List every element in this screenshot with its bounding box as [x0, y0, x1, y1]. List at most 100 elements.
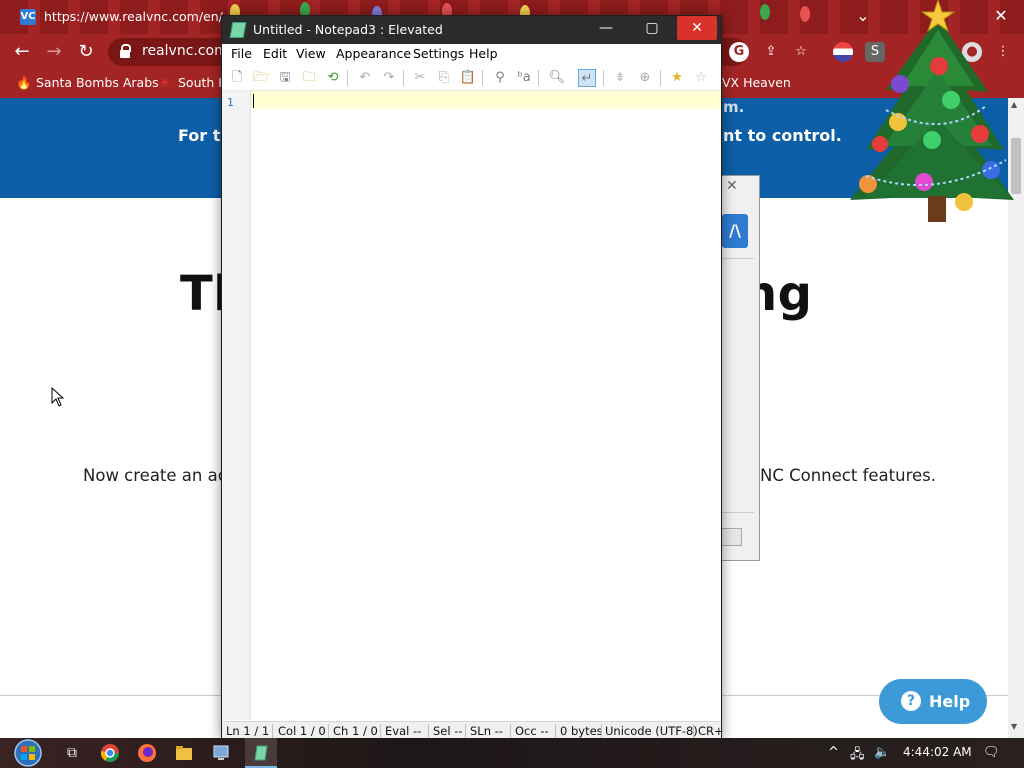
status-eol[interactable]: CR+ [698, 724, 724, 738]
word-wrap-icon[interactable]: ↵ [578, 69, 596, 87]
status-divider [428, 724, 429, 738]
status-bar: Ln 1 / 1 Col 1 / 0 Ch 1 / 0 Eval -- Sel … [222, 721, 724, 739]
line-number: 1 [227, 96, 234, 109]
realvnc-favicon-icon: VC [20, 9, 36, 25]
browser-tab-url[interactable]: https://www.realvnc.com/en/con [44, 9, 224, 24]
menu-view[interactable]: View [296, 46, 326, 61]
toolbar-divider [538, 70, 539, 86]
page-body-right: NC Connect features. [760, 466, 936, 485]
bookmark-label: VX Heaven [722, 75, 791, 90]
status-sel[interactable]: Sel -- [433, 724, 463, 738]
star-icon[interactable]: ☆ [791, 42, 811, 62]
google-icon[interactable]: G [729, 42, 749, 62]
remote-desktop-icon[interactable] [211, 743, 231, 763]
save-icon[interactable]: 🖫 [276, 69, 294, 87]
close-button[interactable]: ✕ [677, 16, 717, 40]
menu-settings[interactable]: Settings [413, 46, 464, 61]
status-divider [510, 724, 511, 738]
forward-button[interactable]: → [42, 40, 66, 64]
editor-text-area[interactable] [251, 91, 721, 720]
vnc-logo-icon: /\ [722, 214, 748, 248]
zoom-icon[interactable]: 🔍︎ [548, 69, 566, 87]
status-col[interactable]: Col 1 / 0 [278, 724, 326, 738]
help-button-label: Help [929, 692, 971, 711]
address-bar-url: realvnc.com/ [142, 43, 233, 59]
line-number-gutter [222, 91, 251, 720]
reload-button[interactable]: ↻ [74, 40, 98, 64]
status-bytes[interactable]: 0 bytes [560, 724, 603, 738]
chrome-icon[interactable] [100, 743, 120, 763]
find-icon[interactable]: ⚲ [491, 69, 509, 87]
menu-edit[interactable]: Edit [263, 46, 287, 61]
notepad3-title-bar[interactable]: Untitled - Notepad3 : Elevated — ▢ ✕ [222, 16, 721, 44]
vnc-dialog-button[interactable] [720, 528, 742, 546]
fold-icon[interactable]: ⇟ [611, 69, 629, 87]
status-divider [601, 724, 602, 738]
taskbar-clock[interactable]: 4:44:02 AM [903, 745, 972, 759]
redo-icon[interactable]: ↷ [380, 69, 398, 87]
menu-file[interactable]: File [231, 46, 252, 61]
menu-help[interactable]: Help [469, 46, 498, 61]
notification-icon[interactable]: 🗨 [983, 745, 1000, 760]
status-divider [328, 724, 329, 738]
asterisk-icon: ✳ [159, 75, 171, 90]
bookmark-item[interactable]: ✳ South H [158, 75, 228, 90]
toolbar-divider [603, 70, 604, 86]
notepad3-icon [254, 745, 268, 761]
toolbar-divider [403, 70, 404, 86]
start-orb-icon[interactable] [12, 738, 44, 768]
status-sln[interactable]: SLn -- [470, 724, 503, 738]
mouse-pointer-icon [51, 387, 65, 407]
reload-icon[interactable]: ⟲ [324, 69, 342, 87]
network-icon[interactable]: 🖧 [850, 745, 865, 767]
status-ch[interactable]: Ch 1 / 0 [333, 724, 378, 738]
tray-overflow-icon[interactable]: ^ [828, 745, 839, 760]
paste-icon[interactable]: 📋 [459, 69, 477, 87]
status-ln[interactable]: Ln 1 / 1 [226, 724, 269, 738]
cut-icon[interactable]: ✂ [411, 69, 429, 87]
open-folder-icon[interactable]: 🗁 [252, 69, 270, 87]
save-as-icon[interactable]: 🗀 [300, 69, 318, 87]
scroll-down-icon[interactable]: ▼ [1011, 722, 1017, 731]
taskbar-notepad3-active[interactable] [245, 738, 277, 768]
copy-icon[interactable]: ⎘ [435, 69, 453, 87]
christmas-tree-icon [850, 0, 1014, 222]
lock-icon [120, 44, 131, 58]
maximize-button[interactable]: ▢ [632, 16, 672, 40]
volume-icon[interactable]: 🔈 [874, 745, 890, 760]
toolbar-divider [660, 70, 661, 86]
vnc-dialog-close-button[interactable]: ✕ [726, 178, 738, 194]
firefox-icon[interactable] [137, 743, 157, 763]
banner-top-text: m. [723, 98, 745, 116]
toolbar-divider [482, 70, 483, 86]
bookmark-item[interactable]: 🔥 Santa Bombs Arabs [16, 75, 159, 91]
file-explorer-icon[interactable] [174, 743, 194, 763]
back-button[interactable]: ← [10, 40, 34, 64]
page-body-left: Now create an acc [83, 466, 236, 485]
status-eval[interactable]: Eval -- [385, 724, 421, 738]
zoom-in-icon[interactable]: ⊕ [636, 69, 654, 87]
status-encoding[interactable]: Unicode (UTF-8) [605, 724, 698, 738]
replace-icon[interactable]: ᵇa [515, 69, 533, 87]
status-divider [465, 724, 466, 738]
notepad3-icon [229, 22, 247, 38]
add-favorite-icon[interactable]: ☆ [692, 69, 710, 87]
status-divider [272, 724, 273, 738]
window-title: Untitled - Notepad3 : Elevated [253, 22, 443, 37]
favorites-star-icon[interactable]: ★ [668, 69, 686, 87]
status-divider [693, 724, 694, 738]
minimize-button[interactable]: — [586, 16, 626, 40]
undo-icon[interactable]: ↶ [356, 69, 374, 87]
status-occ[interactable]: Occ -- [515, 724, 549, 738]
divider [720, 258, 754, 259]
question-icon: ? [901, 691, 921, 711]
task-view-icon[interactable]: ⧉ [62, 743, 82, 763]
share-icon[interactable]: ⇪ [761, 42, 781, 62]
bookmark-item[interactable]: VX Heaven [722, 75, 791, 90]
vnc-dialog: ✕ /\ [720, 175, 760, 561]
menu-appearance[interactable]: Appearance [336, 46, 411, 61]
new-file-icon[interactable]: 🗋 [228, 69, 246, 87]
toolbar-divider [347, 70, 348, 86]
light-bulb-icon [760, 4, 770, 20]
help-button[interactable]: ? Help [879, 679, 987, 724]
